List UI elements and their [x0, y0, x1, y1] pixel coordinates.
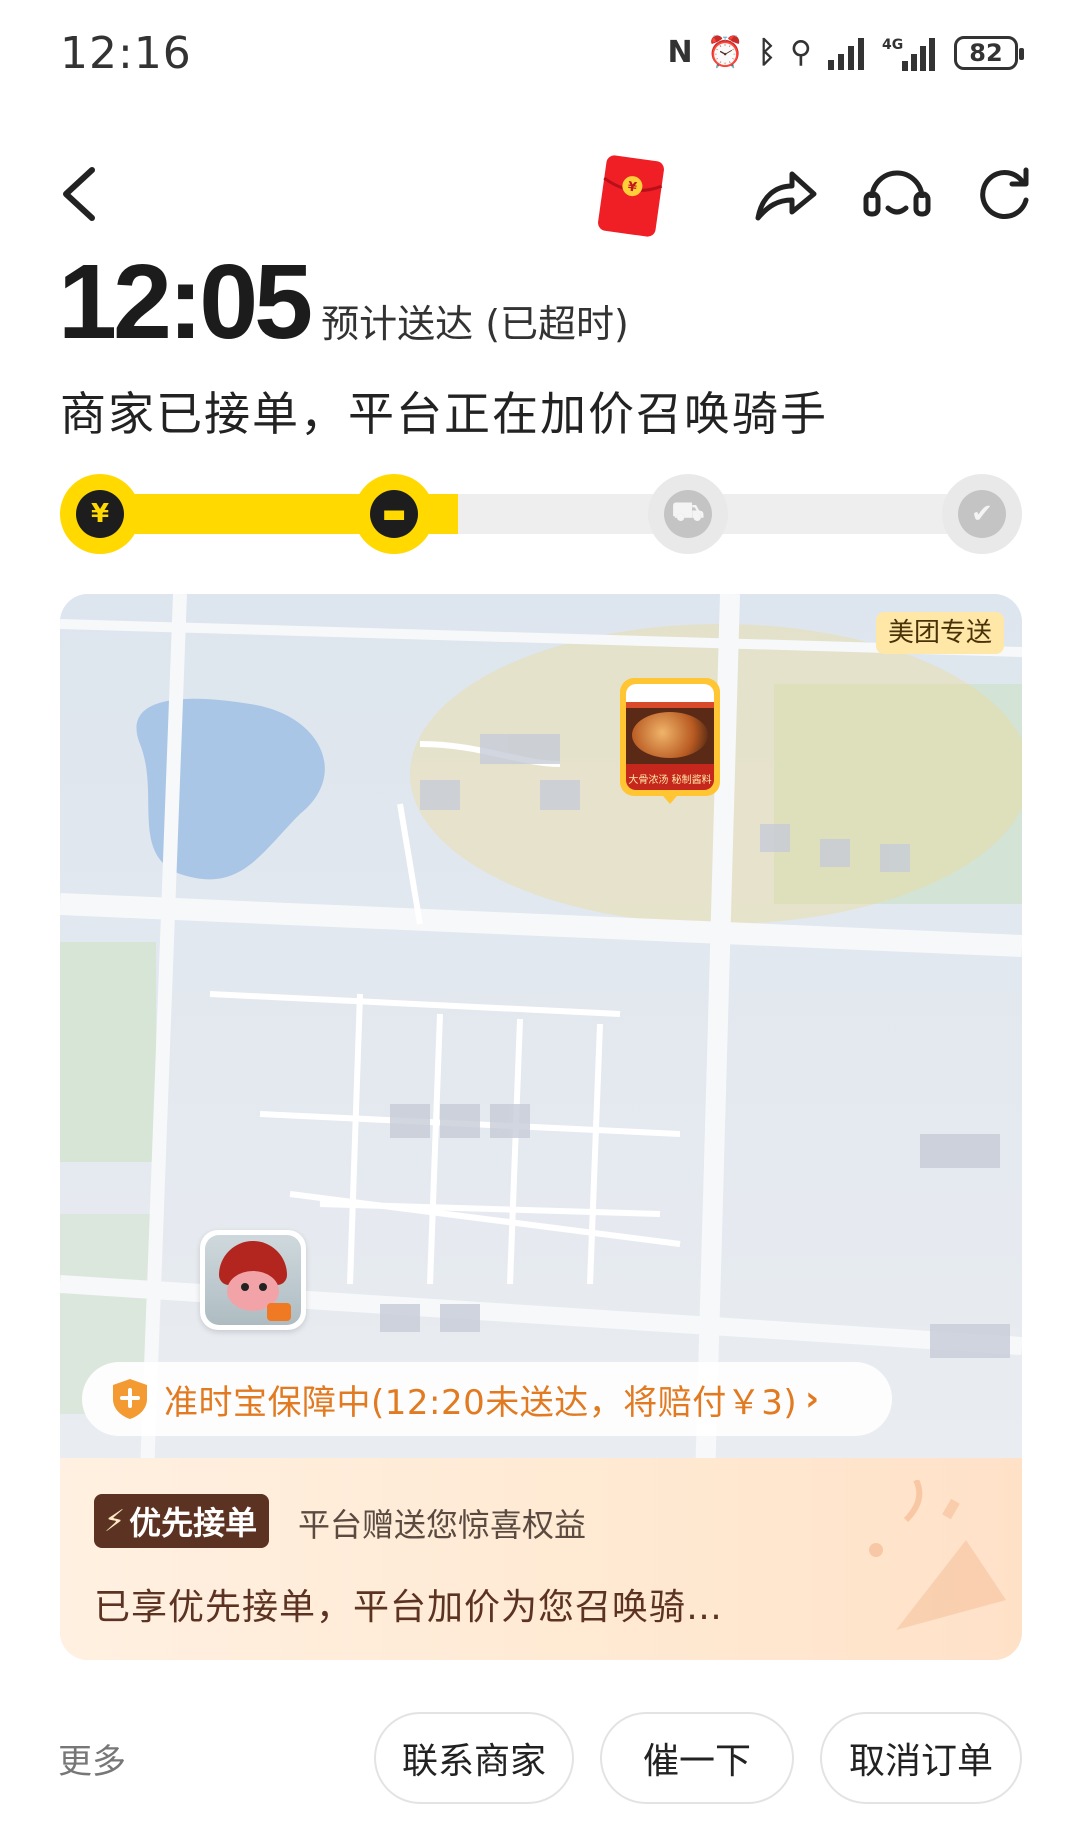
chevron-left-icon[interactable] — [56, 166, 106, 222]
headset-icon[interactable] — [862, 164, 932, 228]
lightning-icon: ⚡ — [104, 1503, 126, 1539]
on-time-guarantee-banner[interactable]: 准时宝保障中(12:20未送达，将赔付￥3) › — [82, 1362, 892, 1436]
avatar-eye — [241, 1283, 249, 1291]
cancel-order-button[interactable]: 取消订单 — [820, 1712, 1022, 1804]
priority-dispatch-panel[interactable]: ⚡ 优先接单 平台赠送您惊喜权益 已享优先接单，平台加价为您召唤骑… — [60, 1458, 1022, 1660]
progress-track — [90, 494, 1010, 534]
nfc-icon: N — [667, 35, 693, 70]
step-merchant: ▬ — [354, 474, 434, 554]
check-icon: ✔ — [958, 490, 1006, 538]
bluetooth-icon: ᛒ — [758, 35, 777, 70]
avatar-eye — [259, 1283, 267, 1291]
priority-badge: ⚡ 优先接单 — [94, 1494, 270, 1548]
contact-merchant-button[interactable]: 联系商家 — [374, 1712, 574, 1804]
eta-time: 12:05 — [58, 243, 313, 361]
shield-icon — [113, 1379, 147, 1419]
eta-label: 预计送达 (已超时) — [321, 302, 629, 346]
store-icon: ▬ — [370, 490, 418, 538]
step-delivered: ✔ — [942, 474, 1022, 554]
order-status-title: 商家已接单，平台正在加价召唤骑手 — [60, 387, 828, 441]
urge-button[interactable]: 催一下 — [600, 1712, 794, 1804]
nav-bar: ¥ — [0, 140, 1080, 250]
user-location-marker[interactable] — [200, 1230, 306, 1342]
location-icon: ⚲ — [790, 35, 812, 70]
status-bar: 12:16 N ⏰ ᛒ ⚲ 4G 82 — [0, 0, 1080, 110]
guarantee-text: 准时宝保障中(12:20未送达，将赔付￥3) — [164, 1382, 798, 1423]
scooter-icon: ⛟ — [664, 490, 712, 538]
eta-row: 12:05 预计送达 (已超时) — [58, 243, 629, 361]
share-icon[interactable] — [752, 166, 820, 224]
priority-description: 已享优先接单，平台加价为您召唤骑… — [94, 1587, 724, 1628]
order-progress: ¥ ▬ ⛟ ✔ — [60, 474, 1022, 554]
user-pin — [200, 1230, 306, 1330]
chevron-right-icon: › — [805, 1379, 820, 1419]
delivery-service-tag: 美团专送 — [875, 612, 1004, 654]
more-button[interactable]: 更多 — [58, 1734, 126, 1783]
noodle-bowl-icon — [632, 712, 708, 758]
map-card[interactable]: 美团专送 大骨浓汤 秘制酱料 准时宝保障中(12:20未送达，将赔付￥3) › … — [60, 594, 1022, 1660]
shop-pin-tip — [658, 790, 682, 804]
step-payment: ¥ — [60, 474, 140, 554]
shop-banner-text: 大骨浓汤 秘制酱料 — [628, 775, 712, 786]
red-envelope-icon[interactable]: ¥ — [594, 152, 668, 240]
shop-pin: 大骨浓汤 秘制酱料 — [620, 678, 720, 796]
signal-icon — [828, 38, 864, 70]
shop-marker[interactable]: 大骨浓汤 秘制酱料 — [620, 678, 720, 818]
shop-thumbnail: 大骨浓汤 秘制酱料 — [626, 684, 714, 790]
avatar — [205, 1235, 301, 1325]
party-popper-icon — [869, 1480, 1006, 1630]
avatar-cup — [267, 1303, 291, 1321]
battery-level: 82 — [969, 39, 1003, 67]
svg-text:4G: 4G — [882, 37, 903, 53]
priority-subtitle: 平台赠送您惊喜权益 — [298, 1506, 587, 1544]
status-icons: N ⏰ ᛒ ⚲ 4G 82 — [667, 30, 1024, 76]
status-time: 12:16 — [60, 28, 192, 79]
alarm-icon: ⏰ — [706, 35, 745, 70]
4g-signal-icon: 4G — [882, 37, 935, 71]
yen-icon: ¥ — [76, 490, 124, 538]
refresh-icon[interactable] — [976, 166, 1034, 224]
step-rider: ⛟ — [648, 474, 728, 554]
bottom-action-bar: 更多 联系商家 催一下 取消订单 — [0, 1700, 1080, 1810]
priority-badge-label: 优先接单 — [129, 1504, 258, 1542]
battery-indicator: 82 — [954, 36, 1024, 70]
